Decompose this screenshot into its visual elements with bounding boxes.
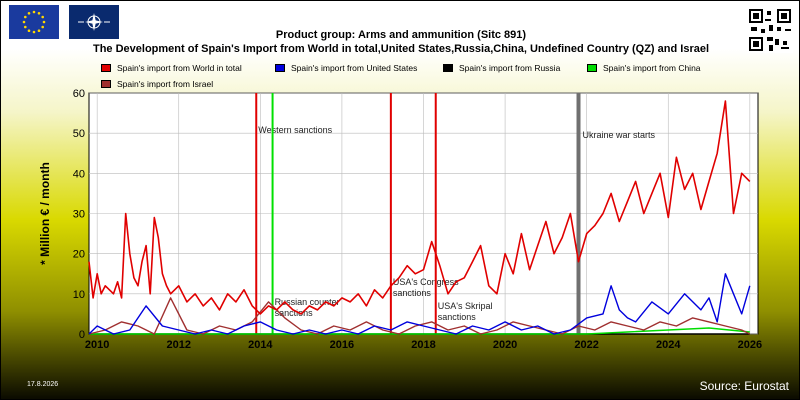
line-chart: 01020304050602010 2012 2014 2016 2018 2020 202… (38, 88, 762, 351)
x-tick-label: 2024 (656, 339, 681, 351)
y-tick-label: 40 (73, 168, 85, 180)
y-axis-label: * Million € / month (38, 162, 52, 265)
date-stamp: 17.8.2026 (27, 381, 59, 388)
chart-frame: Product group: Arms and ammunition (Sitc… (0, 0, 800, 400)
x-tick-label: 2014 (248, 339, 273, 351)
source-note: Source: Eurostat (699, 379, 789, 393)
x-tick-label: 2010 (85, 339, 109, 351)
y-tick-label: 10 (73, 289, 85, 301)
x-tick-label: 2016 (330, 339, 354, 351)
x-tick-label: 2018 (411, 339, 435, 351)
event-label: Ukraine war starts (583, 130, 656, 140)
x-tick-label: 2020 (493, 339, 517, 351)
y-tick-label: 30 (73, 209, 85, 221)
x-tick-label: 2022 (574, 339, 598, 351)
x-tick-label: 2012 (167, 339, 191, 351)
y-tick-label: 20 (73, 249, 85, 261)
x-tick-label: 2026 (738, 339, 762, 351)
y-tick-label: 60 (73, 88, 85, 100)
y-tick-label: 50 (73, 128, 85, 140)
event-label: Western sanctions (258, 125, 332, 135)
